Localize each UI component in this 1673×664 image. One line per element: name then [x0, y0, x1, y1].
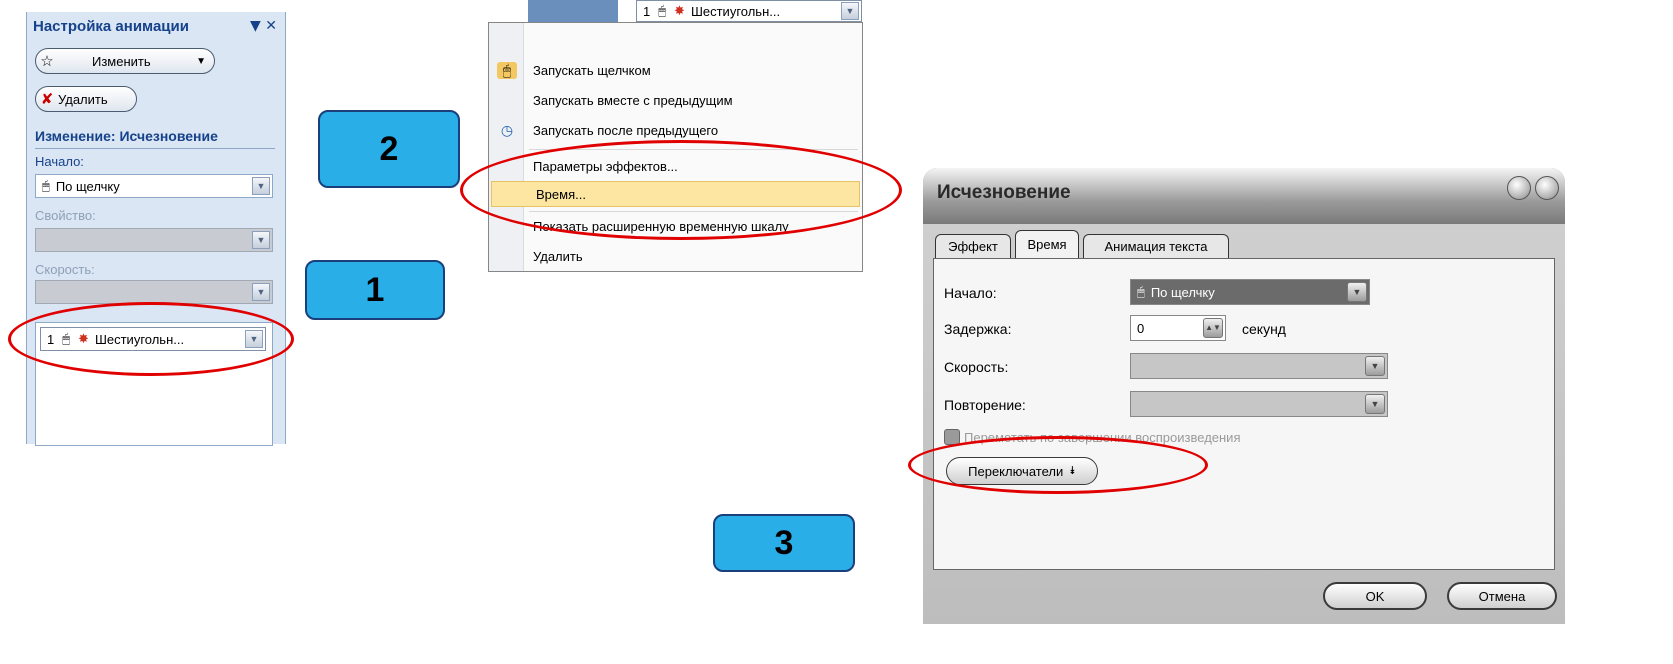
spinner-icon[interactable]: ▲▼ — [1203, 318, 1223, 338]
menu-item-timing[interactable]: Время... — [491, 181, 860, 207]
chevron-down-icon[interactable]: ▼ — [252, 177, 270, 195]
start-combo[interactable]: 🖱 По щелчку ▼ — [35, 174, 273, 198]
close-icon[interactable] — [1535, 176, 1559, 200]
remove-effect-icon: ✘ — [40, 91, 54, 108]
tab-text-animation[interactable]: Анимация текста — [1083, 234, 1229, 258]
double-chevron-down-icon: ⯯ — [1069, 464, 1076, 477]
triggers-button[interactable]: Переключатели ⯯ — [946, 457, 1098, 485]
menu-item-label: Запускать вместе с предыдущим — [533, 92, 733, 108]
menu-item-advanced-timeline[interactable]: Показать расширенную временную шкалу — [489, 213, 862, 239]
menu-item-with-previous[interactable]: Запускать вместе с предыдущим — [489, 87, 862, 113]
triggers-label: Переключатели — [968, 463, 1064, 479]
repeat-select[interactable]: ▼ — [1130, 391, 1388, 417]
chevron-down-icon[interactable]: ▼ — [1347, 282, 1367, 302]
delay-unit: секунд — [1242, 321, 1286, 337]
menu-item-start-on-click[interactable]: 🖱 Запускать щелчком — [489, 57, 862, 83]
mouse-icon: 🖱 — [497, 61, 517, 79]
menu-item-label: Удалить — [533, 248, 583, 264]
menu-item-label: Время... — [536, 186, 586, 202]
start-select-value: По щелчку — [1150, 284, 1215, 300]
speed-label: Скорость: — [35, 262, 95, 277]
pane-controls[interactable]: ▼ ✕ — [250, 18, 277, 34]
menu-item-label: Запускать после предыдущего — [533, 122, 719, 138]
menu-item-label: Показать расширенную временную шкалу — [533, 218, 789, 234]
menu-item-label: Запускать щелчком — [533, 62, 651, 78]
mouse-icon: 🖱 — [1137, 284, 1145, 299]
change-effect-button[interactable]: ☆ Изменить ▼ — [35, 48, 215, 74]
property-label: Свойство: — [35, 208, 96, 223]
menu-separator — [529, 211, 858, 212]
property-combo[interactable]: ▼ — [35, 228, 273, 252]
rewind-label: Перемотать по завершении воспроизведения — [964, 429, 1241, 445]
rewind-option[interactable]: Перемотать по завершении воспроизведения — [944, 429, 1241, 445]
callout-1: 1 — [305, 260, 445, 320]
chevron-down-icon[interactable]: ▼ — [1365, 356, 1385, 376]
mouse-icon: 🖱 — [62, 331, 71, 346]
menu-separator — [529, 149, 858, 150]
mouse-icon: 🖱 — [42, 178, 50, 193]
delay-value: 0 — [1137, 320, 1145, 336]
effect-index: 1 — [643, 3, 651, 19]
list-item[interactable]: 1 🖱 ✸ Шестиугольн... ▼ — [40, 327, 266, 351]
callout-2: 2 — [318, 110, 460, 188]
slide-strip — [528, 0, 618, 22]
remove-effect-button[interactable]: ✘ Удалить — [35, 86, 137, 112]
chevron-down-icon[interactable]: ▼ — [252, 283, 270, 301]
menu-item-effect-options[interactable]: Параметры эффектов... — [489, 153, 862, 179]
effect-name: Шестиугольн... — [690, 3, 781, 19]
animation-task-pane: Настройка анимации ▼ ✕ ☆ Изменить ▼ ✘ Уд… — [26, 12, 286, 446]
mouse-icon: 🖱 — [658, 3, 667, 18]
chevron-down-icon[interactable]: ▼ — [252, 231, 270, 249]
effect-star-icon: ✸ — [674, 3, 685, 18]
list-item-name: Шестиугольн... — [94, 331, 185, 347]
section-divider — [35, 148, 275, 149]
timing-page: Начало: 🖱 По щелчку ▼ Задержка: 0 ▲▼ сек… — [933, 258, 1555, 570]
chevron-down-icon[interactable]: ▼ — [841, 2, 859, 20]
start-value: По щелчку — [55, 178, 120, 194]
start-label: Начало: — [944, 285, 997, 301]
pane-title: Настройка анимации — [33, 18, 189, 35]
effect-combo[interactable]: 1 🖱 ✸ Шестиугольн... ▼ — [636, 0, 862, 22]
ok-button[interactable]: OK — [1323, 582, 1427, 610]
modify-section-header: Изменение: Исчезновение — [35, 128, 218, 144]
delay-input[interactable]: 0 ▲▼ — [1130, 315, 1226, 341]
tab-effect[interactable]: Эффект — [935, 234, 1011, 258]
effect-list: 1 🖱 ✸ Шестиугольн... ▼ — [35, 322, 273, 446]
tab-timing[interactable]: Время — [1015, 230, 1079, 258]
speed-label: Скорость: — [944, 359, 1009, 375]
delay-label: Задержка: — [944, 321, 1012, 337]
start-label: Начало: — [35, 154, 84, 169]
menu-item-label: Параметры эффектов... — [533, 158, 678, 174]
chevron-down-icon: ▼ — [196, 55, 206, 67]
speed-combo[interactable]: ▼ — [35, 280, 273, 304]
chevron-down-icon[interactable]: ▼ — [1365, 394, 1385, 414]
effect-star-icon: ✸ — [78, 331, 89, 346]
list-item-index: 1 — [47, 331, 55, 347]
clock-icon: ◷ — [500, 121, 514, 138]
help-icon[interactable] — [1507, 176, 1531, 200]
start-select[interactable]: 🖱 По щелчку ▼ — [1130, 279, 1370, 305]
rewind-checkbox[interactable] — [944, 429, 960, 445]
repeat-label: Повторение: — [944, 397, 1026, 413]
chevron-down-icon[interactable]: ▼ — [245, 330, 263, 348]
context-menu: 🖱 Запускать щелчком Запускать вместе с п… — [488, 22, 863, 272]
change-effect-label: Изменить — [92, 53, 151, 69]
menu-item-after-previous[interactable]: ◷ Запускать после предыдущего — [489, 117, 862, 143]
menu-item-remove[interactable]: Удалить — [489, 243, 862, 269]
add-effect-star-icon: ☆ — [40, 53, 54, 70]
speed-select[interactable]: ▼ — [1130, 353, 1388, 379]
dialog-title: Исчезновение — [937, 182, 1071, 203]
remove-effect-label: Удалить — [58, 91, 108, 107]
callout-3: 3 — [713, 514, 855, 572]
menu-anchor-strip: 1 🖱 ✸ Шестиугольн... ▼ — [488, 0, 863, 22]
timing-dialog: Исчезновение Эффект Время Анимация текст… — [923, 168, 1565, 624]
cancel-button[interactable]: Отмена — [1447, 582, 1557, 610]
